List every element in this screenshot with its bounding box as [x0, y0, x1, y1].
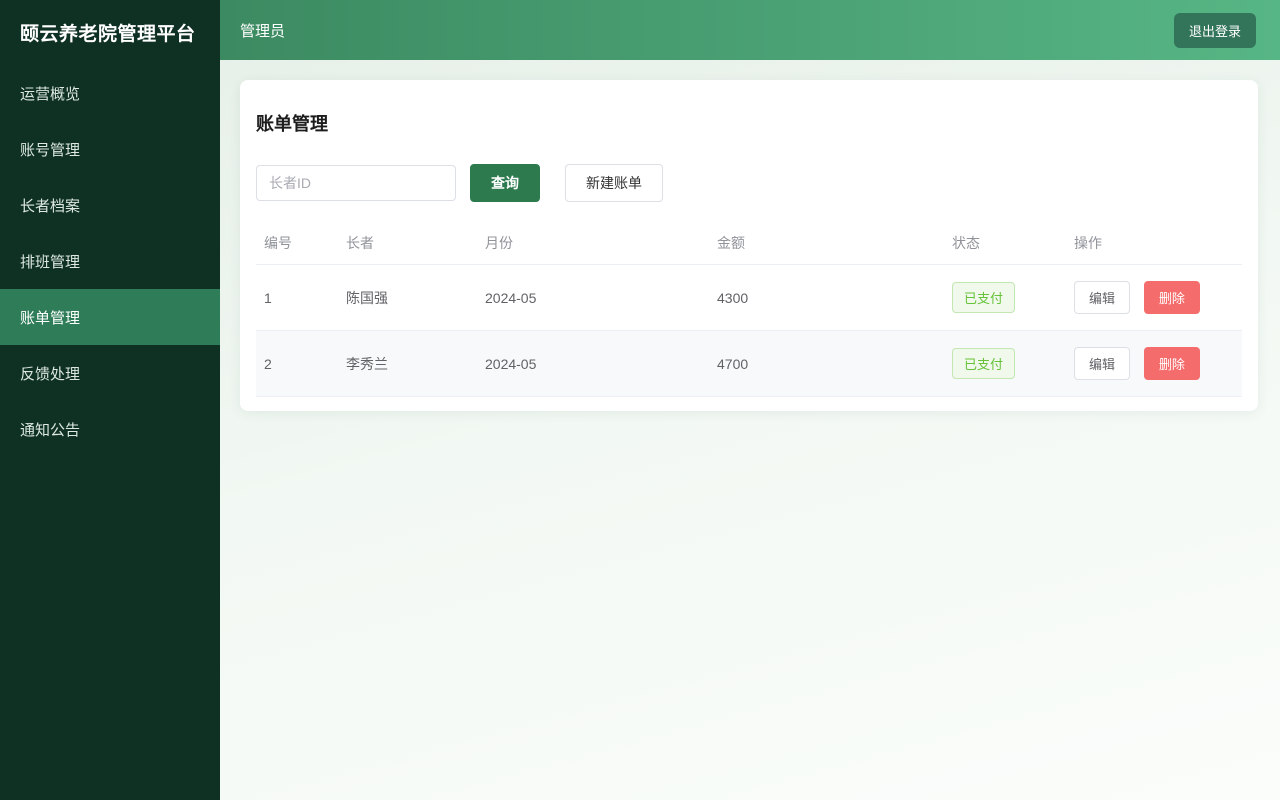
status-badge: 已支付 [952, 348, 1016, 379]
column-header-id: 编号 [256, 222, 338, 265]
cell-amount: 4300 [709, 264, 944, 331]
table-header-row: 编号 长者 月份 金额 状态 操作 [256, 222, 1242, 265]
column-header-status: 状态 [944, 222, 1066, 265]
search-button[interactable]: 查询 [470, 164, 540, 202]
bill-management-card: 账单管理 查询 新建账单 编号 长者 [240, 80, 1258, 411]
column-header-actions: 操作 [1066, 222, 1242, 265]
sidebar: 颐云养老院管理平台 运营概览 账号管理 长者档案 排班管理 账单管理 反馈处理 … [0, 0, 220, 800]
main-area: 管理员 退出登录 账单管理 查询 新建账单 [220, 0, 1280, 800]
cell-elder: 陈国强 [338, 264, 477, 331]
table-row: 1 陈国强 2024-05 4300 已支付 编辑 删除 [256, 264, 1242, 331]
status-badge: 已支付 [952, 282, 1016, 313]
column-header-month: 月份 [477, 222, 709, 265]
sidebar-item-account-management[interactable]: 账号管理 [0, 121, 220, 177]
page-title: 账单管理 [256, 114, 328, 134]
top-header: 管理员 退出登录 [220, 0, 1280, 60]
column-header-amount: 金额 [709, 222, 944, 265]
cell-amount: 4700 [709, 330, 944, 397]
sidebar-item-elder-records[interactable]: 长者档案 [0, 177, 220, 233]
sidebar-item-operations-overview[interactable]: 运营概览 [0, 65, 220, 121]
bills-table: 编号 长者 月份 金额 状态 操作 1 陈国强 2024-05 4300 已支付 [256, 222, 1242, 397]
cell-month: 2024-05 [477, 330, 709, 397]
delete-button[interactable]: 删除 [1143, 281, 1200, 314]
logout-button[interactable]: 退出登录 [1173, 12, 1256, 48]
current-user-label: 管理员 [240, 22, 286, 40]
delete-button[interactable]: 删除 [1143, 347, 1200, 380]
sidebar-item-notices[interactable]: 通知公告 [0, 401, 220, 457]
sidebar-menu: 运营概览 账号管理 长者档案 排班管理 账单管理 反馈处理 通知公告 [0, 65, 220, 457]
sidebar-item-bill-management[interactable]: 账单管理 [0, 289, 220, 345]
cell-month: 2024-05 [477, 264, 709, 331]
elder-id-search-input[interactable] [256, 165, 456, 201]
content-area: 账单管理 查询 新建账单 编号 长者 [220, 60, 1280, 800]
toolbar: 查询 新建账单 [256, 164, 1242, 202]
edit-button[interactable]: 编辑 [1074, 347, 1131, 380]
create-bill-button[interactable]: 新建账单 [565, 164, 663, 202]
table-row: 2 李秀兰 2024-05 4700 已支付 编辑 删除 [256, 330, 1242, 397]
app-title: 颐云养老院管理平台 [20, 24, 196, 45]
column-header-elder: 长者 [338, 222, 477, 265]
cell-elder: 李秀兰 [338, 330, 477, 397]
edit-button[interactable]: 编辑 [1074, 281, 1131, 314]
cell-id: 1 [256, 264, 338, 331]
sidebar-item-shift-management[interactable]: 排班管理 [0, 233, 220, 289]
cell-id: 2 [256, 330, 338, 397]
sidebar-item-feedback-handling[interactable]: 反馈处理 [0, 345, 220, 401]
